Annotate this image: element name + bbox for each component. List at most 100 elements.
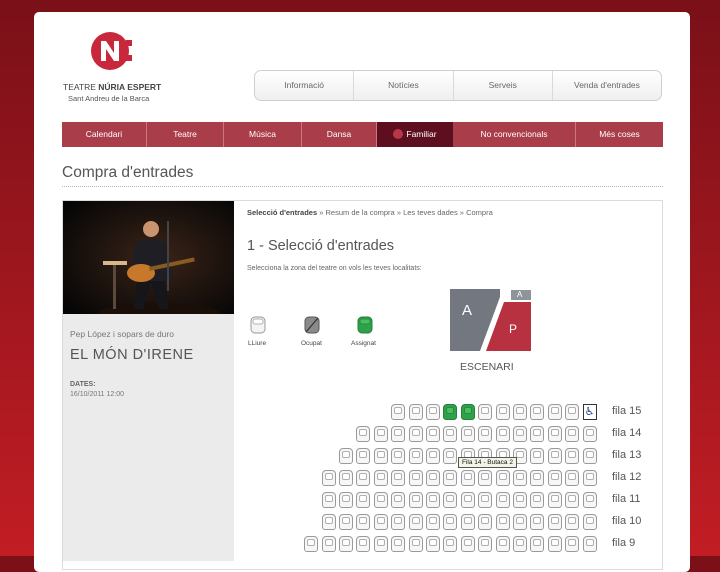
seat-free[interactable]	[530, 492, 545, 508]
seat-assigned[interactable]	[460, 404, 475, 420]
seat-free[interactable]	[547, 448, 562, 464]
seat-free[interactable]	[443, 492, 458, 508]
seat-free[interactable]	[426, 404, 440, 420]
seat-free[interactable]	[408, 536, 423, 552]
seat-free[interactable]	[495, 404, 510, 420]
seat-free[interactable]	[460, 536, 475, 552]
seat-free[interactable]	[426, 426, 440, 442]
seat-assigned[interactable]	[443, 404, 458, 420]
seat-free[interactable]	[426, 536, 440, 552]
seat-free[interactable]	[373, 470, 388, 486]
top-nav-venda-entrades[interactable]: Venda d'entrades	[553, 71, 661, 100]
menu-item-musica[interactable]: Música	[224, 122, 302, 147]
seat-free[interactable]	[582, 492, 597, 508]
menu-item-familiar[interactable]: Familiar	[377, 122, 453, 147]
seat-free[interactable]	[356, 426, 371, 442]
seat-free[interactable]	[530, 448, 545, 464]
seat-free[interactable]	[513, 514, 527, 530]
seat-free[interactable]	[565, 536, 580, 552]
seat-free[interactable]	[582, 426, 597, 442]
seat-free[interactable]	[443, 536, 458, 552]
seat-free[interactable]	[356, 514, 371, 530]
seat-free[interactable]	[530, 536, 545, 552]
seat-free[interactable]	[513, 492, 527, 508]
seat-free[interactable]	[391, 470, 406, 486]
seat-free[interactable]	[478, 404, 493, 420]
seat-free[interactable]	[408, 404, 423, 420]
seat-free[interactable]	[565, 470, 580, 486]
menu-item-dansa[interactable]: Dansa	[302, 122, 377, 147]
seat-free[interactable]	[495, 514, 510, 530]
seat-free[interactable]	[478, 514, 493, 530]
seat-free[interactable]	[408, 448, 423, 464]
seat-free[interactable]	[565, 448, 580, 464]
seat-free[interactable]	[391, 514, 406, 530]
seat-free[interactable]	[495, 492, 510, 508]
seat-free[interactable]	[339, 514, 353, 530]
seat-free[interactable]	[565, 514, 580, 530]
seat-free[interactable]	[391, 404, 406, 420]
seat-free[interactable]	[565, 426, 580, 442]
seat-free[interactable]	[373, 514, 388, 530]
seat-free[interactable]	[356, 448, 371, 464]
seat-free[interactable]	[339, 492, 353, 508]
seat-free[interactable]	[391, 536, 406, 552]
seat-free[interactable]	[495, 426, 510, 442]
seat-free[interactable]	[460, 492, 475, 508]
seat-free[interactable]	[582, 470, 597, 486]
seat-free[interactable]	[582, 448, 597, 464]
seat-free[interactable]	[443, 448, 458, 464]
menu-item-calendari[interactable]: Calendari	[62, 122, 147, 147]
seat-free[interactable]	[339, 536, 353, 552]
seat-free[interactable]	[582, 514, 597, 530]
seat-free[interactable]	[513, 470, 527, 486]
seat-free[interactable]	[495, 536, 510, 552]
seat-free[interactable]	[582, 536, 597, 552]
seat-free[interactable]	[547, 470, 562, 486]
seat-free[interactable]	[478, 470, 493, 486]
seat-free[interactable]	[408, 514, 423, 530]
seat-free[interactable]	[373, 536, 388, 552]
seat-free[interactable]	[339, 470, 353, 486]
seat-free[interactable]	[547, 404, 562, 420]
seat-free[interactable]	[426, 470, 440, 486]
seat-free[interactable]	[321, 470, 336, 486]
seat-free[interactable]	[391, 492, 406, 508]
seat-free[interactable]	[443, 426, 458, 442]
top-nav-serveis[interactable]: Serveis	[454, 71, 553, 100]
seat-free[interactable]	[304, 536, 319, 552]
seat-free[interactable]	[373, 448, 388, 464]
seat-free[interactable]	[443, 470, 458, 486]
seat-free[interactable]	[460, 514, 475, 530]
seat-free[interactable]	[460, 426, 475, 442]
seat-free[interactable]	[443, 514, 458, 530]
seat-free[interactable]	[356, 470, 371, 486]
menu-item-mes-coses[interactable]: Més coses	[576, 122, 663, 147]
seat-free[interactable]	[565, 404, 580, 420]
seat-free[interactable]	[391, 448, 406, 464]
seat-free[interactable]	[513, 536, 527, 552]
seat-free[interactable]	[321, 536, 336, 552]
seat-free[interactable]	[547, 426, 562, 442]
seat-free[interactable]	[478, 426, 493, 442]
seat-free[interactable]	[547, 492, 562, 508]
seat-free[interactable]	[478, 536, 493, 552]
top-nav-noticies[interactable]: Notícies	[354, 71, 454, 100]
seat-free[interactable]	[356, 492, 371, 508]
seat-free[interactable]	[565, 492, 580, 508]
seat-free[interactable]	[426, 448, 440, 464]
seat-free[interactable]	[530, 404, 545, 420]
top-nav-informacio[interactable]: Informació	[255, 71, 355, 100]
seat-free[interactable]	[547, 536, 562, 552]
seat-free[interactable]	[530, 470, 545, 486]
seat-free[interactable]	[426, 514, 440, 530]
seat-free[interactable]	[321, 492, 336, 508]
menu-item-no-convencionals[interactable]: No convencionals	[453, 122, 576, 147]
seat-free[interactable]	[513, 404, 527, 420]
seat-free[interactable]	[460, 470, 475, 486]
seat-free[interactable]	[339, 448, 353, 464]
seat-free[interactable]	[356, 536, 371, 552]
wheelchair-seat-icon[interactable]: ♿	[582, 404, 597, 420]
seat-free[interactable]	[373, 426, 388, 442]
seat-free[interactable]	[547, 514, 562, 530]
